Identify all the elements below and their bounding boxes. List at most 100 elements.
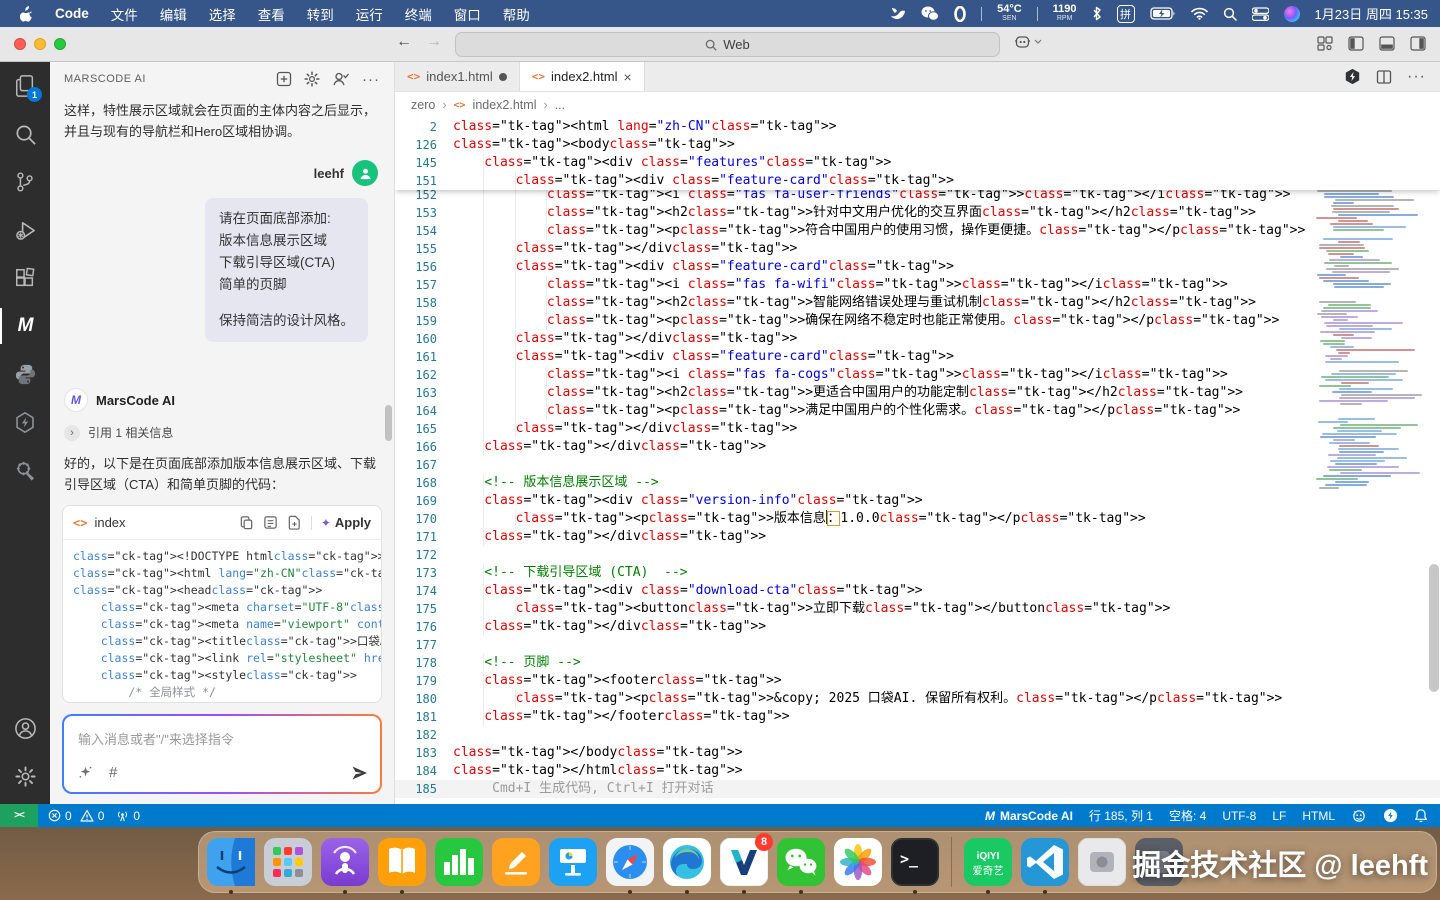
dock-app-terminal-icon[interactable]: >_ [891,838,939,886]
hexagon-plugin-icon[interactable] [0,398,50,446]
insert-code-icon[interactable] [263,515,278,530]
code-line[interactable]: 178<!-- 页脚 --> [395,654,1440,672]
fan-status[interactable]: 1190RPM [1053,4,1077,24]
wifi-icon[interactable] [1191,7,1208,20]
dock-app-grayapp-icon[interactable] [1078,838,1126,886]
account-icon[interactable] [0,704,50,752]
wechat-status-icon[interactable] [921,6,939,21]
split-editor-icon[interactable] [1376,69,1392,85]
code-line[interactable]: 185Cmd+I 生成代码, Ctrl+I 打开对话 [395,780,1440,798]
navigate-forward-button[interactable]: → [426,33,442,51]
code-line[interactable]: 166class="tk-tag"></divclass="tk-tag">> [395,438,1440,456]
code-line[interactable]: 156class="tk-tag"><div class="feature-ca… [395,258,1440,276]
code-line[interactable]: 173<!-- 下载引导区域 (CTA) --> [395,564,1440,582]
dock-app-wechat-icon[interactable] [777,838,825,886]
code-line[interactable]: 171class="tk-tag"></divclass="tk-tag">> [395,528,1440,546]
code-line[interactable]: 167 [395,456,1440,474]
sticky-scroll[interactable]: 2class="tk-tag"><html lang="zh-CN"class=… [395,118,1440,190]
code-line[interactable]: 151class="tk-tag"><div class="feature-ca… [395,172,1440,190]
code-line[interactable]: 177 [395,636,1440,654]
code-line[interactable]: 175class="tk-tag"><buttonclass="tk-tag">… [395,600,1440,618]
close-window-button[interactable] [14,38,26,50]
code-line[interactable]: 176class="tk-tag"></divclass="tk-tag">> [395,618,1440,636]
customize-layout-icon[interactable] [1317,36,1333,51]
dock-app-vapp-icon[interactable]: 8 [720,838,768,886]
code-line[interactable]: 164class="tk-tag"><pclass="tk-tag">>满足中国… [395,402,1440,420]
code-editor[interactable]: 152class="tk-tag"><i class="fas fa-user-… [395,118,1440,804]
minimize-window-button[interactable] [34,38,46,50]
code-line[interactable]: 172 [395,546,1440,564]
settings-gear-icon[interactable] [0,752,50,800]
close-tab-icon[interactable]: × [623,69,631,85]
breadcrumb-more[interactable]: ... [555,98,565,112]
menu-app[interactable]: Code [44,0,100,27]
more-actions-icon[interactable]: ··· [1407,68,1426,86]
run-hexagon-bolt-icon[interactable] [1344,68,1361,85]
code-line[interactable]: 160class="tk-tag"></divclass="tk-tag">> [395,330,1440,348]
more-actions-icon[interactable]: ··· [362,71,380,88]
extensions-icon[interactable] [0,254,50,302]
breadcrumb-folder[interactable]: zero [411,98,435,112]
source-control-icon[interactable] [0,158,50,206]
code-line[interactable]: 184class="tk-tag"></htmlclass="tk-tag">> [395,762,1440,780]
bolt-circle-icon[interactable] [1383,808,1398,823]
code-line[interactable]: 158class="tk-tag"><h2class="tk-tag">>智能网… [395,294,1440,312]
dock-app-numbers-icon[interactable] [435,838,483,886]
dock-app-books-icon[interactable] [378,838,426,886]
code-line[interactable]: 157class="tk-tag"><i class="fas fa-wifi"… [395,276,1440,294]
dock-app-vscode-icon[interactable] [1021,838,1069,886]
code-line[interactable]: 162class="tk-tag"><i class="fas fa-cogs"… [395,366,1440,384]
remote-indicator[interactable]: >< [0,804,38,827]
dock-app-safari-icon[interactable] [606,838,654,886]
python-icon[interactable] [0,350,50,398]
code-line[interactable]: 2class="tk-tag"><html lang="zh-CN"class=… [395,118,1440,136]
language-mode[interactable]: HTML [1302,809,1335,823]
reference-toggle[interactable]: › 引用 1 相关信息 [64,424,380,441]
menu-4[interactable]: 查看 [247,0,296,27]
code-line[interactable]: 145class="tk-tag"><div class="features"c… [395,154,1440,172]
command-center-search[interactable]: Web [455,32,1000,57]
dock-app-launchpad-icon[interactable] [264,838,312,886]
dock-app-iqiyi-icon[interactable]: iQIYI爱奇艺 [964,838,1012,886]
new-chat-icon[interactable] [276,71,292,87]
toggle-secondary-sidebar-icon[interactable] [1410,36,1426,51]
dock-app-podcasts-icon[interactable] [321,838,369,886]
bluetooth-icon[interactable] [1092,6,1102,21]
menu-3[interactable]: 选择 [198,0,247,27]
panel-scrollbar[interactable] [385,405,392,441]
control-center-icon[interactable] [1252,7,1269,21]
code-line[interactable]: 182 [395,726,1440,744]
menu-2[interactable]: 编辑 [149,0,198,27]
code-line[interactable]: 179class="tk-tag"><footerclass="tk-tag">… [395,672,1440,690]
chat-input-box[interactable]: 输入消息或者"/"来选择指令 # [62,714,382,794]
app-status-icon[interactable] [889,6,906,21]
toggle-primary-sidebar-icon[interactable] [1348,36,1364,51]
indentation[interactable]: 空格: 4 [1169,807,1206,824]
siri-icon[interactable] [1284,6,1300,22]
run-debug-icon[interactable] [0,206,50,254]
tab-index1.html[interactable]: <>index1.html [395,62,520,91]
code-line[interactable]: 155class="tk-tag"></divclass="tk-tag">> [395,240,1440,258]
code-line[interactable]: 168<!-- 版本信息展示区域 --> [395,474,1440,492]
apple-logo-icon[interactable] [20,6,34,22]
temperature-status[interactable]: 54°CSEN [997,4,1022,24]
code-line[interactable]: 180class="tk-tag"><pclass="tk-tag">>&cop… [395,690,1440,708]
send-button[interactable] [351,765,368,781]
menubar-datetime[interactable]: 1月23日 周四 15:35 [1315,4,1428,23]
code-line[interactable]: 153class="tk-tag"><h2class="tk-tag">>针对中… [395,204,1440,222]
menu-9[interactable]: 帮助 [492,0,541,27]
zoom-window-button[interactable] [54,38,66,50]
code-line[interactable]: 165class="tk-tag"></divclass="tk-tag">> [395,420,1440,438]
code-line[interactable]: 161class="tk-tag"><div class="feature-ca… [395,348,1440,366]
tab-index2.html[interactable]: <>index2.html× [520,62,645,91]
copy-icon[interactable] [239,515,254,530]
editor-scrollbar[interactable] [1429,564,1439,692]
ring-status-icon[interactable] [954,6,966,22]
spotlight-search-icon[interactable] [1223,7,1237,21]
command-sparkle-icon[interactable] [78,765,93,780]
profile-check-icon[interactable] [332,71,350,87]
explorer-icon[interactable]: 1 [0,62,50,110]
notifications-bell-icon[interactable] [1414,808,1428,823]
menu-5[interactable]: 转到 [296,0,345,27]
dock-app-edge-icon[interactable] [663,838,711,886]
